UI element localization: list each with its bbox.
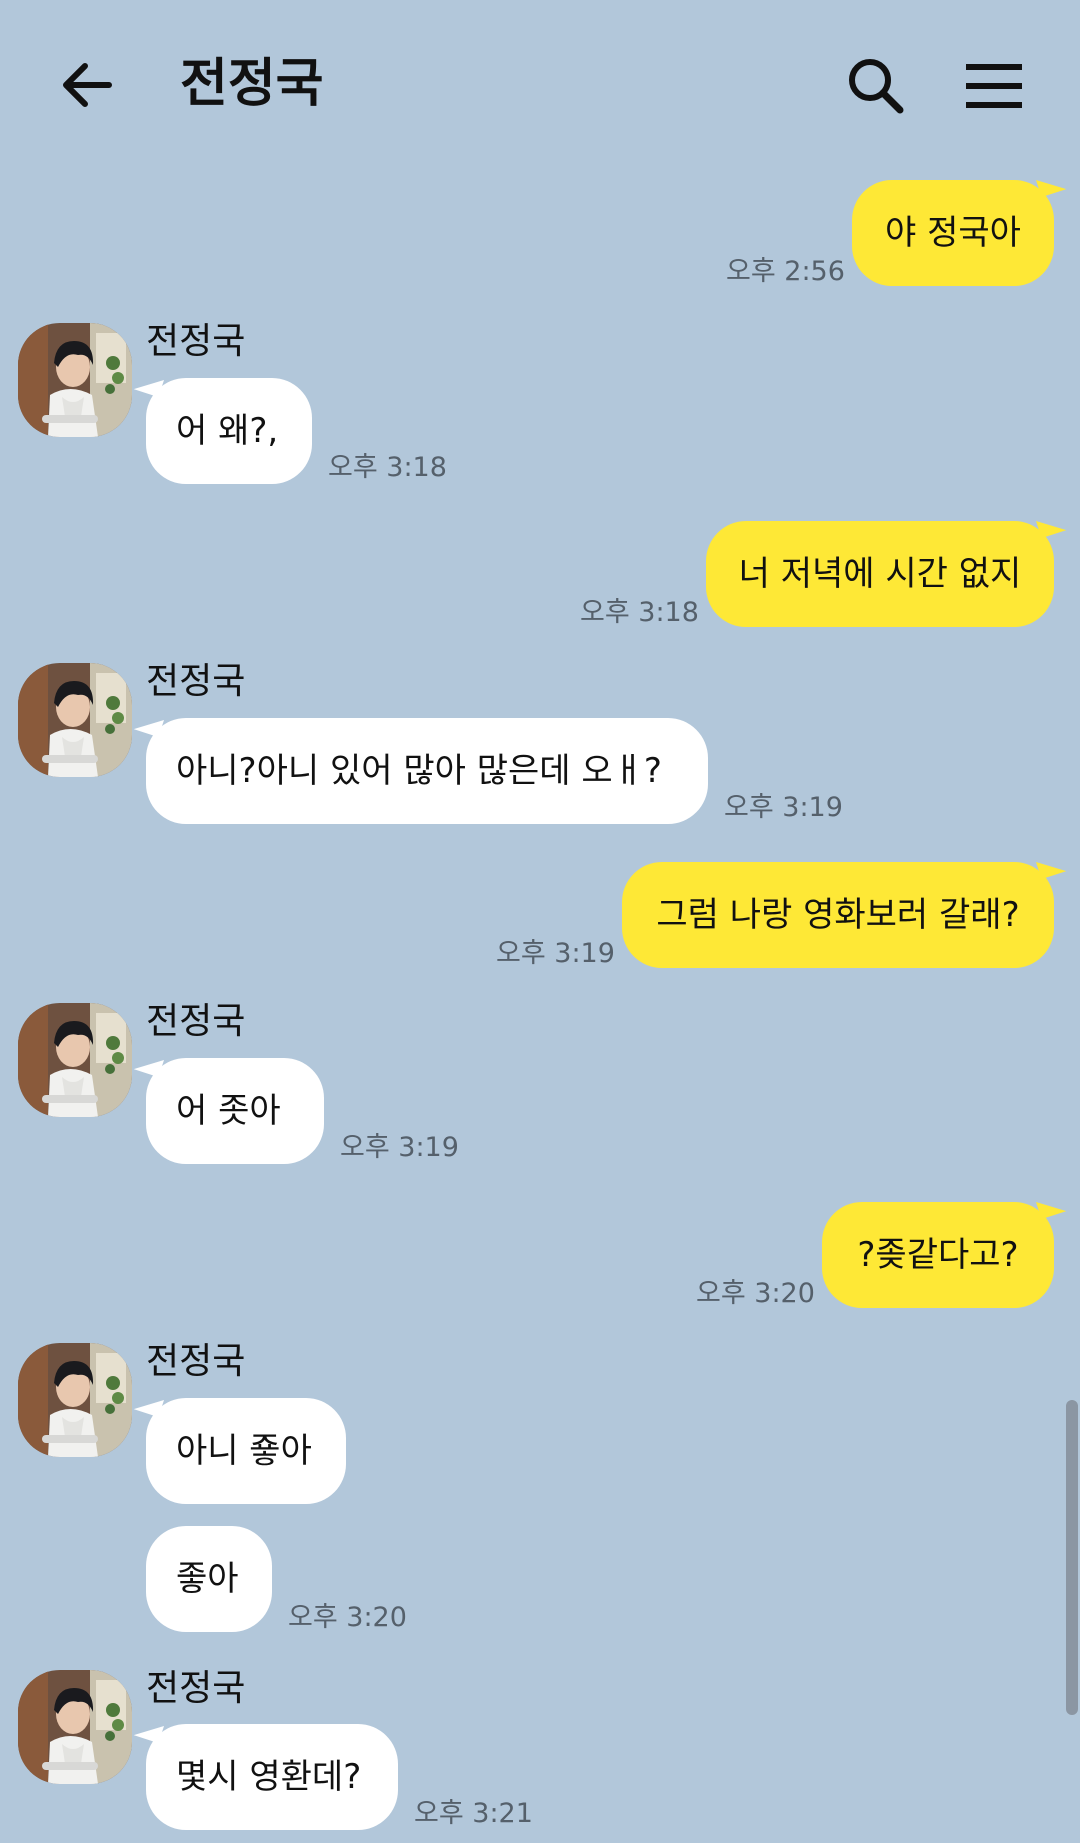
their-message-bubble[interactable]: 몇시 영환데? [133, 1717, 398, 1830]
bubble-tail [1036, 171, 1067, 198]
my-message-bubble[interactable]: 너 저녁에 시간 없지 [706, 512, 1067, 627]
profile-photo [18, 323, 132, 437]
message-text: ?좆같다고? [857, 1235, 1019, 1275]
message-text: 그럼 나랑 영화보러 갈래? [656, 895, 1020, 935]
their-message-bubble[interactable]: 아니 죻아 [133, 1391, 346, 1504]
bubble-tail [133, 371, 164, 398]
profile-photo [18, 1003, 132, 1117]
bubble-tail [133, 1391, 164, 1418]
back-arrow-icon [63, 63, 112, 107]
their-message-bubble[interactable]: 어 좃아 [133, 1051, 324, 1164]
my-message-bubble[interactable]: 그럼 나랑 영화보러 갈래? [622, 853, 1067, 968]
message-time: 오후 3:19 [340, 1132, 459, 1163]
sender-name: 전정국 [146, 1341, 246, 1382]
menu-button[interactable] [958, 50, 1030, 122]
message-text: 너 저녁에 시간 없지 [738, 554, 1022, 594]
message-time: 오후 3:18 [328, 452, 447, 483]
avatar[interactable] [18, 1343, 132, 1457]
avatar[interactable] [18, 323, 132, 437]
sender-name: 전정국 [146, 1668, 246, 1709]
avatar[interactable] [18, 1003, 132, 1117]
bubble-tail [133, 1051, 164, 1078]
message-text: 어 왜?, [176, 411, 279, 451]
bubble-tail [1036, 1193, 1067, 1220]
message-time: 오후 3:20 [288, 1602, 407, 1633]
message-time: 오후 3:19 [724, 792, 843, 823]
scrollbar[interactable] [1066, 1400, 1078, 1715]
sender-name: 전정국 [146, 1001, 246, 1042]
message-time: 오후 2:56 [726, 256, 845, 287]
avatar[interactable] [18, 1670, 132, 1784]
message-time: 오후 3:19 [496, 938, 615, 969]
their-message-bubble[interactable]: 좋아 [146, 1526, 272, 1632]
message-text: 아니?아니 있어 많아 많은데 오ㅐ? [176, 751, 662, 791]
bubble-tail [133, 1717, 164, 1744]
chat-title: 전정국 [180, 54, 324, 114]
back-button[interactable] [52, 50, 122, 120]
avatar[interactable] [18, 663, 132, 777]
profile-photo [18, 1343, 132, 1457]
message-text: 좋아 [176, 1559, 239, 1599]
my-message-bubble[interactable]: 야 정국아 [852, 171, 1067, 286]
profile-photo [18, 663, 132, 777]
their-message-bubble[interactable]: 아니?아니 있어 많아 많은데 오ㅐ? [133, 711, 708, 824]
hamburger-menu-icon [966, 64, 1022, 108]
message-time: 오후 3:20 [696, 1278, 815, 1309]
bubble-tail [1036, 853, 1067, 880]
message-time: 오후 3:18 [580, 597, 699, 628]
message-text: 몇시 영환데? [176, 1757, 362, 1797]
search-icon [849, 59, 904, 114]
chat-header: 전정국 [0, 0, 1080, 170]
message-text: 어 좃아 [176, 1091, 281, 1131]
message-text: 아니 죻아 [176, 1431, 312, 1471]
bubble-tail [133, 711, 164, 738]
search-button[interactable] [840, 50, 912, 122]
profile-photo [18, 1670, 132, 1784]
sender-name: 전정국 [146, 661, 246, 702]
message-text: 야 정국아 [885, 213, 1021, 253]
my-message-bubble[interactable]: ?좆같다고? [822, 1193, 1067, 1308]
message-time: 오후 3:21 [414, 1798, 533, 1829]
their-message-bubble[interactable]: 어 왜?, [133, 371, 312, 484]
sender-name: 전정국 [146, 321, 246, 362]
bubble-tail [1036, 512, 1067, 539]
